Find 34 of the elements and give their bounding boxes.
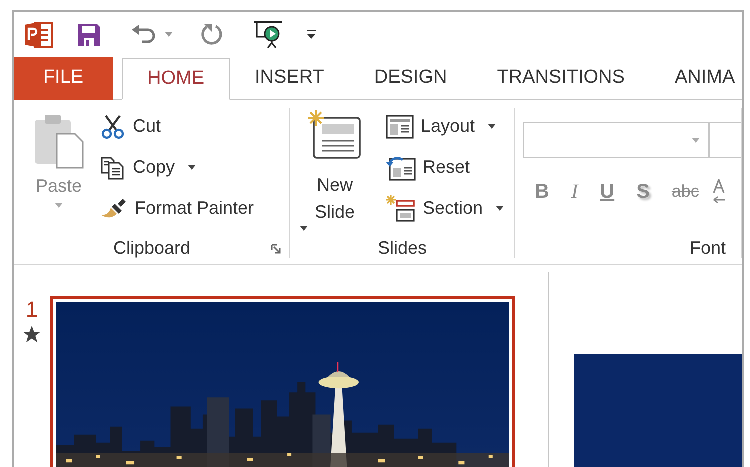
new-slide-button[interactable]: New Slide [300, 100, 370, 232]
character-spacing-icon[interactable] [713, 179, 726, 205]
dialog-launcher-icon[interactable] [271, 244, 281, 254]
layout-icon [386, 114, 414, 138]
format-painter-button[interactable]: Format Painter [98, 188, 256, 229]
app-logo-icon[interactable] [25, 20, 53, 48]
customize-icon[interactable] [307, 30, 316, 40]
paintbrush-icon [100, 196, 128, 220]
cut-button[interactable]: Cut [98, 106, 256, 147]
new-slide-icon [308, 110, 362, 160]
section-icon [386, 194, 416, 222]
ribbon-tab[interactable]: HOME [122, 58, 230, 100]
font-name-field[interactable] [523, 122, 709, 158]
reset-icon [386, 154, 416, 180]
undo-icon[interactable] [131, 24, 157, 46]
copy-icon [100, 156, 126, 180]
copy-button[interactable]: Copy [98, 147, 256, 188]
redo-icon[interactable] [201, 22, 225, 46]
group-label: Slides [378, 238, 428, 258]
slide-number: 1 [26, 298, 38, 322]
reset-button[interactable]: Reset [384, 147, 506, 188]
caret-icon [55, 203, 63, 208]
clipboard-icon [33, 114, 85, 170]
file-tab[interactable]: FILE [14, 57, 113, 100]
save-icon[interactable] [77, 22, 101, 46]
font-size-field[interactable] [709, 122, 742, 158]
section-button[interactable]: Section [384, 188, 506, 229]
scissors-icon [100, 114, 126, 140]
slideshow-icon[interactable] [253, 20, 283, 50]
caret-icon [692, 138, 700, 142]
layout-button[interactable]: Layout [384, 106, 506, 147]
group-label: Clipboard [113, 238, 191, 258]
caret-icon [165, 32, 173, 37]
group-label: Font [690, 238, 726, 258]
